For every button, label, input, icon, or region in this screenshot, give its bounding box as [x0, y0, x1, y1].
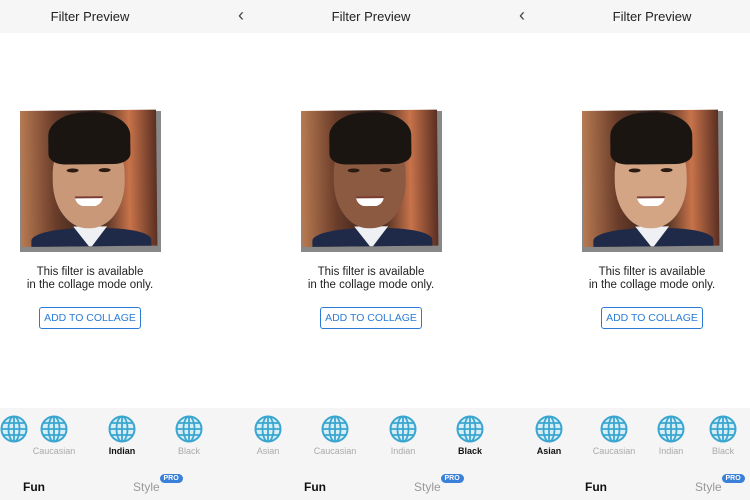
filter-label: Indian [390, 446, 416, 456]
add-to-collage-button[interactable]: ADD TO COLLAGE [320, 307, 422, 329]
filter-option[interactable]: Black [698, 415, 748, 456]
globe-icon [389, 415, 417, 443]
tab-fun[interactable]: Fun [585, 480, 607, 494]
pro-badge: PRO [721, 474, 745, 483]
screenshot-collage: Filter Preview This filter is available i… [0, 0, 750, 500]
filter-label: Indian [108, 446, 136, 456]
add-to-collage-button[interactable]: ADD TO COLLAGE [39, 307, 141, 329]
tab-fun[interactable]: Fun [304, 480, 326, 494]
page-title: Filter Preview [612, 9, 692, 24]
filter-label: Caucasian [592, 446, 636, 456]
filter-label: Caucasian [32, 446, 76, 456]
message-line: This filter is available [36, 266, 144, 278]
message-line: in the collage mode only. [588, 279, 716, 291]
filter-label: Black [711, 446, 734, 456]
filter-label: Indian [658, 446, 684, 456]
nav-bar: ‹ Filter Preview [511, 0, 750, 33]
filter-label: Asian [256, 446, 280, 456]
add-to-collage-button[interactable]: ADD TO COLLAGE [601, 307, 703, 329]
globe-icon [709, 415, 737, 443]
globe-icon [456, 415, 484, 443]
availability-message: This filter is available in the collage m… [562, 266, 742, 292]
tab-style[interactable]: Style PRO [695, 474, 745, 494]
filter-preview-screen: Filter Preview This filter is available i… [0, 0, 230, 500]
filter-option[interactable]: Indian [646, 415, 696, 456]
filter-label: Black [457, 446, 483, 456]
tab-style[interactable]: Style PRO [133, 474, 183, 494]
filter-label: Caucasian [313, 446, 357, 456]
message-line: in the collage mode only. [26, 279, 154, 291]
filter-option[interactable]: Asian [524, 415, 574, 456]
tab-style-label: Style [414, 480, 441, 494]
filter-label: Asian [536, 446, 562, 456]
nav-bar: Filter Preview [0, 0, 230, 33]
filter-option[interactable]: Caucasian [29, 415, 79, 456]
globe-icon [321, 415, 349, 443]
preview-photo [20, 109, 161, 252]
pro-badge: PRO [440, 474, 464, 483]
globe-icon [0, 415, 28, 443]
filter-option[interactable]: Indian [97, 415, 147, 456]
filter-option[interactable]: Black [164, 415, 214, 456]
globe-icon [600, 415, 628, 443]
globe-icon [535, 415, 563, 443]
message-line: This filter is available [598, 266, 706, 278]
filter-label: Black [177, 446, 200, 456]
filter-option[interactable]: Caucasian [589, 415, 639, 456]
filter-preview-screen: ‹ Filter Preview This filter is availabl… [511, 0, 750, 500]
preview-photo [301, 109, 442, 252]
page-title: Filter Preview [331, 9, 411, 24]
filter-preview-screen: ‹ Filter Preview This filter is availabl… [230, 0, 511, 500]
message-line: This filter is available [317, 266, 425, 278]
filter-option[interactable]: Caucasian [310, 415, 360, 456]
chevron-left-icon[interactable]: ‹ [238, 5, 244, 26]
globe-icon [175, 415, 203, 443]
filter-option[interactable]: Asian [243, 415, 293, 456]
preview-photo [582, 109, 723, 252]
tab-style-label: Style [133, 480, 160, 494]
message-line: in the collage mode only. [307, 279, 435, 291]
filter-option[interactable]: Black [445, 415, 495, 456]
pro-badge: PRO [159, 474, 183, 483]
availability-message: This filter is available in the collage m… [0, 266, 180, 292]
tab-fun[interactable]: Fun [23, 480, 45, 494]
tab-style[interactable]: Style PRO [414, 474, 464, 494]
availability-message: This filter is available in the collage m… [281, 266, 461, 292]
globe-icon [108, 415, 136, 443]
page-title: Filter Preview [50, 9, 130, 24]
chevron-left-icon[interactable]: ‹ [519, 5, 525, 26]
globe-icon [657, 415, 685, 443]
filter-option[interactable]: Indian [378, 415, 428, 456]
globe-icon [40, 415, 68, 443]
tab-style-label: Style [695, 480, 722, 494]
globe-icon [254, 415, 282, 443]
nav-bar: ‹ Filter Preview [230, 0, 511, 33]
